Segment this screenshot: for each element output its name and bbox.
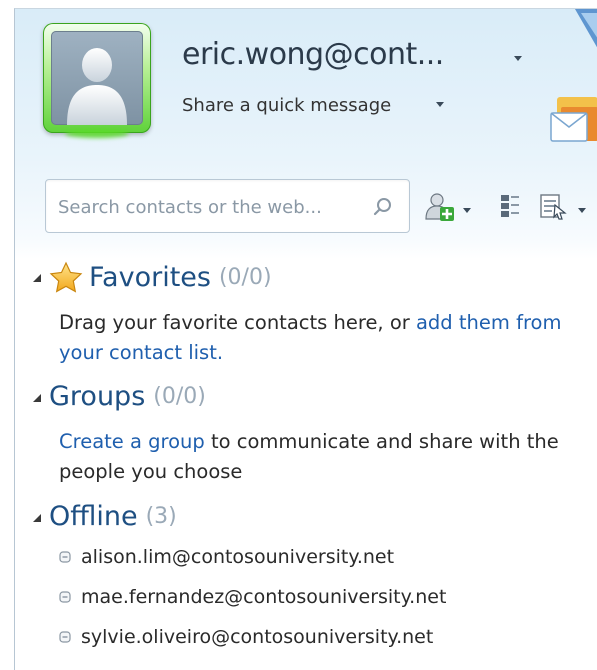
contact-name: sylvie.oliveiro@contosouniversity.net — [81, 626, 434, 648]
quick-message[interactable]: Share a quick message — [182, 95, 391, 116]
groups-header[interactable]: Groups (0/0) — [31, 381, 206, 412]
chevron-down-icon[interactable] — [576, 205, 588, 215]
contact-item[interactable]: alison.lim@contosouniversity.net — [59, 546, 394, 568]
contact-item[interactable]: sylvie.oliveiro@contosouniversity.net — [59, 626, 433, 648]
avatar[interactable] — [43, 23, 151, 133]
collapse-arrow-icon[interactable] — [31, 391, 43, 403]
favorites-count: (0/0) — [218, 264, 272, 290]
search-box[interactable] — [45, 179, 410, 234]
avatar-picture — [51, 31, 143, 125]
collapse-arrow-icon[interactable] — [31, 511, 43, 523]
contact-item[interactable]: mae.fernandez@contosouniversity.net — [59, 586, 446, 608]
user-silhouette-icon — [67, 48, 127, 125]
create-group-link[interactable]: Create a group — [59, 430, 205, 453]
search-input[interactable] — [56, 180, 360, 234]
groups-title: Groups — [49, 381, 146, 412]
chevron-down-icon[interactable] — [511, 51, 525, 65]
search-icon[interactable] — [372, 196, 394, 218]
favorites-title: Favorites — [89, 261, 211, 293]
contact-name: mae.fernandez@contosouniversity.net — [81, 586, 447, 608]
offline-count: (3) — [145, 504, 177, 529]
offline-status-icon — [59, 631, 71, 643]
star-icon — [49, 261, 83, 293]
favorites-description: Drag your favorite contacts here, or add… — [59, 308, 594, 368]
inbox-envelope-icon — [550, 9, 597, 142]
user-name[interactable]: eric.wong@cont... — [182, 37, 444, 72]
messenger-window: eric.wong@cont... Share a quick message — [14, 8, 597, 670]
offline-title: Offline — [49, 501, 138, 532]
chevron-down-icon[interactable] — [461, 205, 473, 215]
chevron-down-icon[interactable] — [433, 97, 447, 111]
collapse-arrow-icon[interactable] — [31, 271, 43, 283]
layout-icon[interactable] — [499, 191, 521, 221]
menu-icon[interactable] — [539, 191, 567, 221]
favorites-text: Drag your favorite contacts here, or — [59, 311, 416, 334]
offline-header[interactable]: Offline (3) — [31, 501, 177, 532]
favorites-header[interactable]: Favorites (0/0) — [31, 261, 272, 293]
offline-status-icon — [59, 591, 71, 603]
offline-status-icon — [59, 551, 71, 563]
contact-name: alison.lim@contosouniversity.net — [81, 546, 395, 568]
add-contact-icon[interactable] — [423, 191, 457, 223]
groups-count: (0/0) — [153, 384, 206, 409]
groups-description: Create a group to communicate and share … — [59, 427, 594, 487]
